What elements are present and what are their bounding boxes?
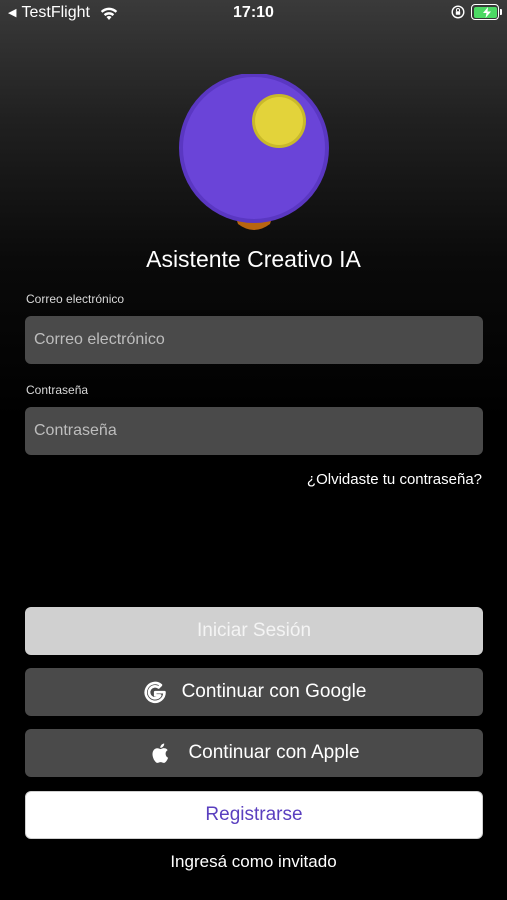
email-field[interactable]	[25, 316, 483, 364]
login-button[interactable]: Iniciar Sesión	[25, 607, 483, 655]
login-button-label: Iniciar Sesión	[196, 620, 312, 641]
apple-button-label: Continuar con Apple	[188, 742, 360, 763]
google-signin-button[interactable]: Continuar con Google	[25, 668, 483, 716]
apple-icon	[152, 743, 169, 763]
rotation-lock-icon	[451, 5, 465, 19]
password-label: Contraseña	[26, 383, 89, 397]
email-label: Correo electrónico	[26, 292, 125, 306]
apple-signin-button[interactable]: Continuar con Apple	[25, 729, 483, 777]
google-icon	[144, 681, 166, 704]
forgot-password-link[interactable]: ¿Olvidaste tu contraseña?	[307, 471, 482, 488]
clock: 17:10	[233, 4, 274, 21]
app-title: Asistente Creativo IA	[146, 246, 361, 272]
register-button[interactable]: Registrarse	[25, 791, 483, 839]
register-button-label: Registrarse	[205, 804, 303, 825]
lightbulb-icon	[179, 74, 329, 230]
password-field[interactable]	[25, 407, 483, 455]
guest-login-link[interactable]: Ingresá como invitado	[0, 852, 507, 872]
status-bar: ◀ TestFlight 17:10	[0, 0, 507, 28]
battery-charging-icon	[471, 4, 502, 20]
google-button-label: Continuar con Google	[181, 681, 367, 702]
